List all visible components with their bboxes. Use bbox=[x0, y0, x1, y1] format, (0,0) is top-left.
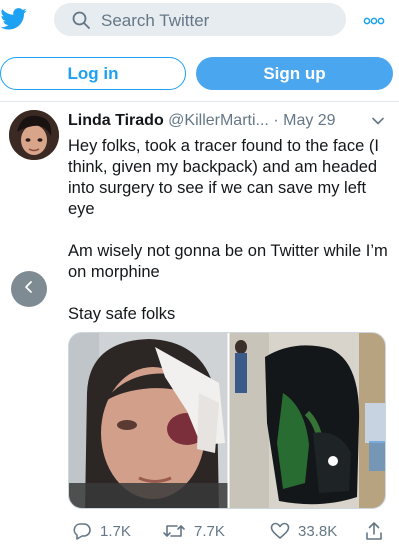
share-icon bbox=[366, 522, 382, 540]
media-photos bbox=[69, 333, 386, 509]
divider bbox=[0, 101, 399, 102]
twitter-mobile-page: Search Twitter Log in Sign up Linda Tira… bbox=[0, 0, 399, 549]
tweet-paragraph: Am wisely not gonna be on Twitter while … bbox=[68, 242, 388, 281]
tweet-paragraph: Stay safe folks bbox=[68, 305, 176, 323]
heart-icon bbox=[270, 522, 290, 539]
share-button[interactable] bbox=[365, 518, 391, 544]
tweet-media[interactable] bbox=[68, 332, 386, 509]
tweet-date[interactable]: May 29 bbox=[283, 112, 335, 129]
photo-backpack[interactable] bbox=[229, 333, 386, 509]
author-handle[interactable]: @KillerMarti... bbox=[168, 112, 269, 129]
photo-face[interactable] bbox=[69, 333, 228, 509]
top-bar: Search Twitter bbox=[0, 0, 399, 40]
reply-icon bbox=[73, 523, 91, 540]
tweet-text: Hey folks, took a tracer found to the fa… bbox=[68, 136, 388, 346]
twitter-bird-icon[interactable] bbox=[0, 8, 28, 30]
retweet-icon bbox=[163, 525, 185, 537]
reply-count: 1.7K bbox=[100, 522, 131, 540]
separator: · bbox=[273, 112, 279, 129]
more-icon[interactable] bbox=[360, 8, 388, 34]
avatar[interactable] bbox=[9, 110, 59, 160]
search-icon bbox=[72, 11, 90, 29]
tweet-actions: 1.7K 7.7K 33.8K bbox=[0, 518, 399, 544]
retweet-button[interactable]: 7.7K bbox=[162, 518, 225, 544]
search-box[interactable]: Search Twitter bbox=[54, 3, 346, 36]
reply-button[interactable]: 1.7K bbox=[72, 518, 131, 544]
like-count: 33.8K bbox=[298, 522, 338, 540]
tweet-paragraph: Hey folks, took a tracer found to the fa… bbox=[68, 137, 379, 218]
login-button[interactable]: Log in bbox=[0, 57, 186, 90]
author-name[interactable]: Linda Tirado bbox=[68, 112, 164, 129]
chevron-left-icon bbox=[22, 280, 36, 299]
search-input[interactable]: Search Twitter bbox=[101, 11, 209, 31]
back-button[interactable] bbox=[11, 271, 47, 307]
retweet-count: 7.7K bbox=[194, 522, 225, 540]
tweet-header: Linda Tirado @KillerMarti... · May 29 bbox=[68, 112, 336, 130]
like-button[interactable]: 33.8K bbox=[270, 518, 337, 544]
chevron-down-icon[interactable] bbox=[371, 114, 385, 128]
signup-button[interactable]: Sign up bbox=[196, 57, 393, 90]
